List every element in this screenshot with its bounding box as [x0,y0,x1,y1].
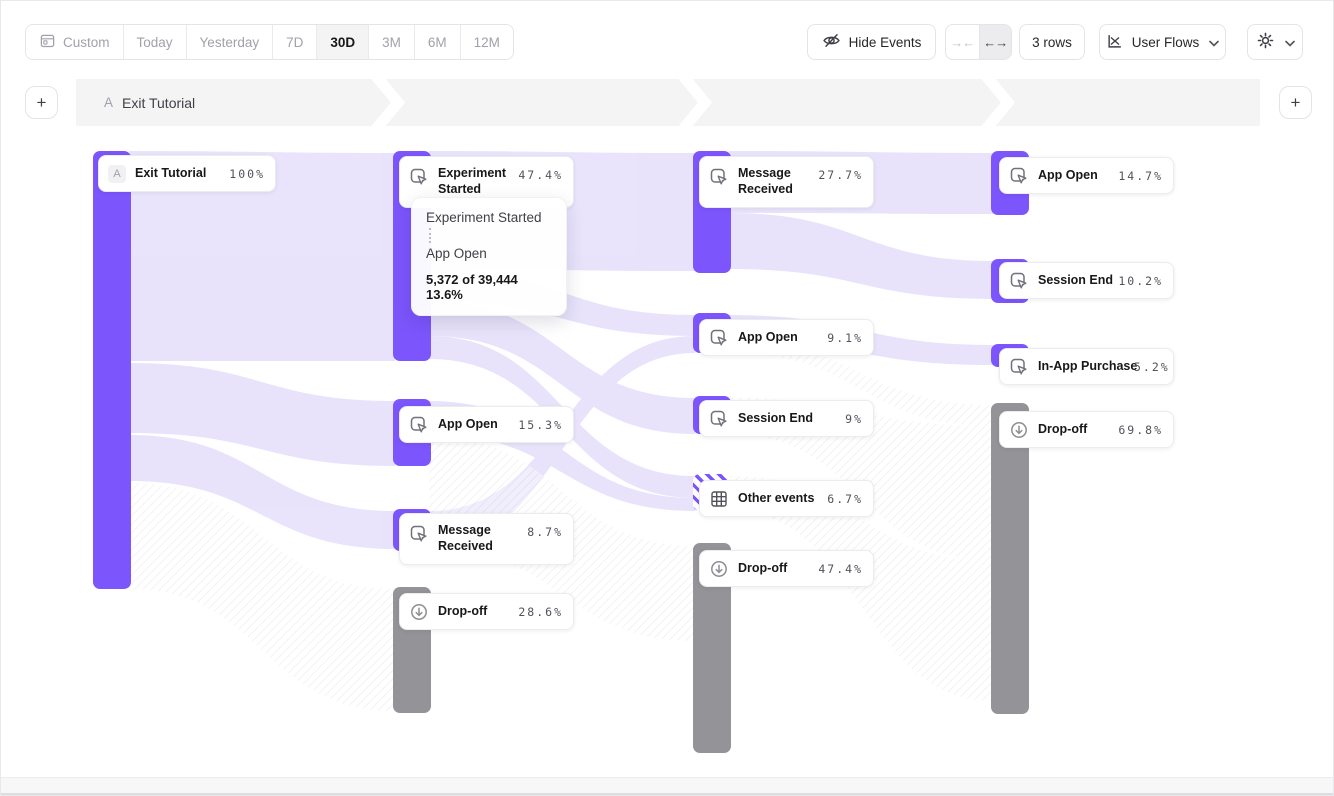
node-label: App Open [738,329,824,345]
event-icon [709,167,729,187]
event-icon [409,167,429,187]
drop-off-icon [1009,420,1029,440]
flow-node-app-open-2[interactable]: App Open 15.3% [399,406,574,443]
flow-node-drop-off-4[interactable]: Drop-off 69.8% [999,411,1174,448]
step-a-badge: A [108,165,126,183]
node-label: Exit Tutorial [135,165,206,181]
node-pct: 15.3% [518,418,563,432]
node-label: In-App Purchase [1038,358,1134,374]
tooltip-stat: 5,372 of 39,444 13.6% [426,272,552,302]
node-pct: 5.2% [1134,360,1170,374]
flow-node-app-open-4[interactable]: App Open 14.7% [999,157,1174,194]
flow-node-other-events-3[interactable]: Other events 6.7% [699,480,874,517]
flow-node-message-received-2[interactable]: Message Received 8.7% [399,513,574,565]
flow-node-app-open-3[interactable]: App Open 9.1% [699,319,874,356]
node-bar-exit-tutorial[interactable] [93,151,131,589]
node-pct: 27.7% [818,168,863,182]
sankey-nodes: A Exit Tutorial 100% Experiment Started … [1,1,1333,795]
node-pct: 14.7% [1118,169,1163,183]
node-pct: 9.1% [827,331,863,345]
node-pct: 100% [229,167,265,181]
node-label: Message Received [738,165,818,198]
node-label: Session End [738,410,824,426]
drop-off-icon [709,559,729,579]
node-label: Message Received [438,522,524,555]
event-icon [1009,357,1029,377]
tooltip-connector [429,228,431,243]
tooltip-to-event: App Open [426,246,552,261]
event-icon [1009,166,1029,186]
event-icon [709,409,729,429]
flow-node-in-app-purchase-4[interactable]: In-App Purchase 5.2% [999,348,1174,385]
node-label: Session End [1038,272,1118,288]
drop-off-icon [409,602,429,622]
link-tooltip: Experiment Started App Open 5,372 of 39,… [411,197,567,316]
flow-node-drop-off-3[interactable]: Drop-off 47.4% [699,550,874,587]
event-icon [409,415,429,435]
user-flows-canvas: Custom Today Yesterday 7D 30D 3M 6M 12M … [0,0,1334,796]
flow-node-message-received-3[interactable]: Message Received 27.7% [699,156,874,208]
node-pct: 9% [845,412,863,426]
tooltip-from-event: Experiment Started [426,210,552,225]
node-label: Other events [738,490,824,506]
node-pct: 47.4% [818,562,863,576]
flow-node-drop-off-2[interactable]: Drop-off 28.6% [399,593,574,630]
node-label: Experiment Started [438,165,518,198]
node-bar-drop-off-4[interactable] [991,403,1029,714]
flow-node-exit-tutorial[interactable]: A Exit Tutorial 100% [98,155,276,192]
node-label: App Open [438,416,518,432]
flow-node-session-end-4[interactable]: Session End 10.2% [999,262,1174,299]
node-pct: 8.7% [527,525,563,539]
node-label: App Open [1038,167,1118,183]
node-pct: 69.8% [1118,423,1163,437]
node-pct: 47.4% [518,168,563,182]
node-pct: 28.6% [518,605,563,619]
node-label: Drop-off [1038,421,1118,437]
event-icon [409,524,429,544]
event-icon [1009,271,1029,291]
node-pct: 6.7% [827,492,863,506]
event-icon [709,328,729,348]
grid-icon [709,489,729,509]
node-label: Drop-off [438,603,518,619]
node-label: Drop-off [738,560,818,576]
flow-node-session-end-3[interactable]: Session End 9% [699,400,874,437]
node-pct: 10.2% [1118,274,1163,288]
